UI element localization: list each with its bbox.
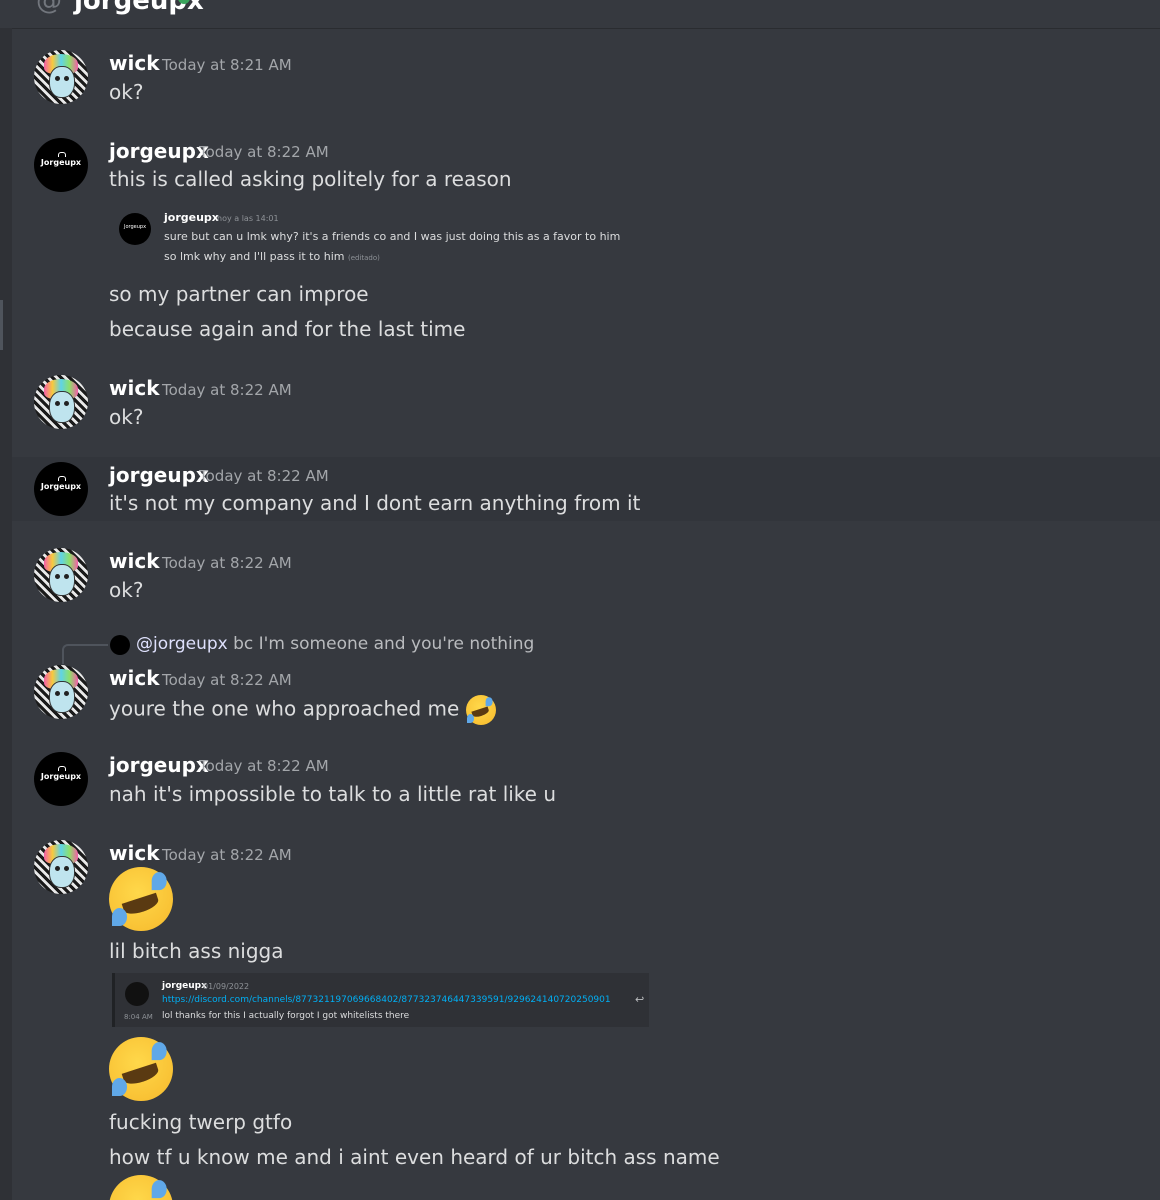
username[interactable]: jorgeupx <box>109 753 209 777</box>
rofl-emoji-icon[interactable] <box>109 1175 173 1200</box>
avatar-logo: Jorgeupx <box>34 152 88 167</box>
quoted-username: jorgeupx <box>164 211 219 224</box>
avatar[interactable] <box>34 665 88 719</box>
message: wick Today at 8:22 AM youre the one who … <box>12 655 1160 730</box>
avatar-face <box>49 856 75 888</box>
message: Jorgeupx jorgeupx Today at 8:22 AM it's … <box>12 457 1160 521</box>
username[interactable]: jorgeupx <box>109 139 209 163</box>
edited-label: (editado) <box>347 254 380 262</box>
avatar[interactable] <box>34 548 88 602</box>
username[interactable]: wick <box>109 51 160 75</box>
avatar <box>125 982 149 1006</box>
message: Jorgeupx jorgeupx Today at 8:22 AM nah i… <box>12 742 1160 817</box>
avatar[interactable] <box>34 50 88 104</box>
quoted-text: so lmk why and I'll pass it to him (edit… <box>164 250 380 263</box>
quoted-link[interactable]: https://discord.com/channels/87732119706… <box>162 995 611 1005</box>
timestamp: Today at 8:22 AM <box>199 143 329 161</box>
scroll-tick <box>0 300 3 350</box>
username[interactable]: wick <box>109 376 160 400</box>
avatar-face <box>49 391 75 423</box>
message-text: ok? <box>109 578 144 602</box>
embedded-screenshot[interactable]: jorgeupx 01/09/2022 https://discord.com/… <box>112 973 649 1027</box>
emoji-wrap <box>109 867 173 931</box>
quoted-date: 01/09/2022 <box>203 982 250 991</box>
username[interactable]: wick <box>109 841 160 865</box>
username[interactable]: wick <box>109 549 160 573</box>
avatar-logo: Jorgeupx <box>123 224 147 230</box>
timestamp: Today at 8:22 AM <box>162 671 292 689</box>
avatar[interactable] <box>34 840 88 894</box>
message-text: nah it's impossible to talk to a little … <box>109 782 557 806</box>
avatar-logo: Jorgeupx <box>34 476 88 491</box>
message: wick Today at 8:22 AM ok? <box>12 538 1160 618</box>
reply-arrow-icon[interactable]: ↩ <box>635 993 644 1006</box>
timestamp: Today at 8:22 AM <box>199 467 329 485</box>
avatar[interactable] <box>34 375 88 429</box>
message-text: fucking twerp gtfo <box>109 1110 293 1134</box>
timestamp: Today at 8:22 AM <box>162 846 292 864</box>
message-text: ok? <box>109 80 144 104</box>
avatar-logo: Jorgeupx <box>34 766 88 781</box>
message-text: this is called asking politely for a rea… <box>109 167 512 191</box>
left-edge <box>0 28 12 1200</box>
quoted-username: jorgeupx <box>162 981 207 991</box>
message-text: it's not my company and I dont earn anyt… <box>109 491 641 515</box>
username[interactable]: jorgeupx <box>109 463 209 487</box>
reply-preview[interactable]: @jorgeupx bc I'm someone and you're noth… <box>136 634 534 654</box>
reply-mention[interactable]: @jorgeupx <box>136 634 228 654</box>
timestamp: Today at 8:22 AM <box>199 757 329 775</box>
reply-text: bc I'm someone and you're nothing <box>233 634 535 654</box>
timestamp: Today at 8:21 AM <box>162 56 292 74</box>
reply-avatar[interactable] <box>110 635 130 655</box>
avatar[interactable]: Jorgeupx <box>34 752 88 806</box>
avatar[interactable]: Jorgeupx <box>34 462 88 516</box>
quoted-timestamp: hoy a las 14:01 <box>217 214 279 223</box>
avatar-face <box>49 66 75 98</box>
message-text-content: youre the one who approached me <box>109 696 460 721</box>
embedded-screenshot[interactable]: Jorgeupx jorgeupx hoy a las 14:01 sure b… <box>109 201 620 271</box>
message-text: youre the one who approached me <box>109 695 496 725</box>
quoted-text: sure but can u lmk why? it's a friends c… <box>164 230 621 243</box>
rofl-emoji-icon[interactable] <box>465 695 496 725</box>
avatar-face <box>49 681 75 713</box>
message-text: lil bitch ass nigga <box>109 939 284 963</box>
channel-header: @ jorgeupx <box>0 0 1160 29</box>
quoted-time: 8:04 AM <box>124 1013 153 1021</box>
message: wick Today at 8:22 AM ok? <box>12 365 1160 445</box>
rofl-emoji-icon[interactable] <box>109 1037 173 1101</box>
username[interactable]: wick <box>109 666 160 690</box>
at-icon: @ <box>36 0 62 16</box>
message: wick Today at 8:21 AM ok? <box>12 40 1160 120</box>
quoted-text-line: so lmk why and I'll pass it to him <box>164 250 345 263</box>
rofl-emoji-icon[interactable] <box>109 867 173 931</box>
avatar-face <box>49 564 75 596</box>
avatar: Jorgeupx <box>119 213 151 245</box>
message-text: ok? <box>109 405 144 429</box>
message-text: how tf u know me and i aint even heard o… <box>109 1145 720 1169</box>
avatar[interactable]: Jorgeupx <box>34 138 88 192</box>
timestamp: Today at 8:22 AM <box>162 554 292 572</box>
quoted-text: lol thanks for this I actually forgot I … <box>162 1011 410 1021</box>
timestamp: Today at 8:22 AM <box>162 381 292 399</box>
emoji-wrap <box>109 1175 173 1200</box>
message-text: so my partner can improe <box>109 282 369 306</box>
message-text: because again and for the last time <box>109 317 466 341</box>
emoji-wrap <box>109 1037 173 1101</box>
